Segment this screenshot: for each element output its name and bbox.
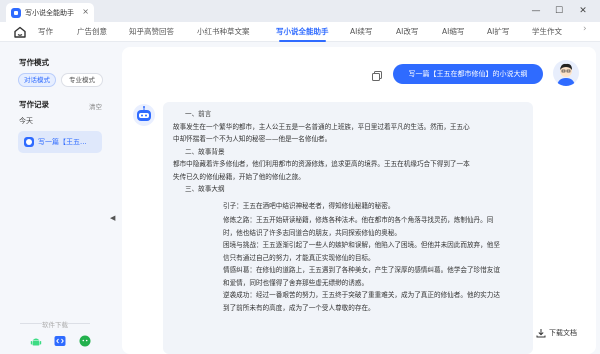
collapse-sidebar-icon[interactable]: ◀: [110, 214, 115, 222]
answer-paragraph-line: 中却怀揣着一个不为人知的秘密——他是一名修仙者。: [173, 135, 332, 143]
maximize-button[interactable]: ☐: [551, 3, 567, 19]
tab-close-icon[interactable]: ×: [82, 7, 89, 16]
answer-section-title: 一、前言: [185, 110, 212, 118]
minimize-button[interactable]: —: [528, 3, 544, 19]
close-button[interactable]: ✕: [575, 3, 591, 19]
download-icon: [536, 329, 546, 338]
user-avatar: [553, 60, 579, 86]
android-icon[interactable]: [30, 335, 42, 347]
outline-item-line: 修炼之路：王五开始研读秘籍，修炼各种法术。他在都市的各个角落寻找灵药，炼制仙丹。…: [223, 216, 494, 224]
nav-item-ai-rewrite[interactable]: AI改写: [396, 22, 418, 42]
chat-record-icon: [24, 137, 34, 147]
outline-item-line: 时，他也结识了许多志同道合的朋友，共同探索修仙的奥秘。: [223, 228, 402, 237]
nav-item-student-essay[interactable]: 学生作文: [532, 22, 562, 42]
writing-mode-title: 写作模式: [19, 58, 49, 67]
copy-icon[interactable]: [371, 70, 383, 82]
outline-item-line: 困境与挑战：王五逐渐引起了一些人的嫉妒和误解，他陷入了困境。但他并未因此而放弃，…: [223, 241, 500, 249]
outline-item-line: 引子：王五在酒吧中结识神秘老者，得知修仙秘籍的秘密。: [223, 201, 395, 210]
record-item-label: 写一篇【王五...: [38, 138, 87, 146]
answer-section-title: 三、故事大纲: [185, 185, 225, 193]
nav-scroll-right-icon[interactable]: ›: [583, 24, 587, 34]
top-nav: 写作 广告创意 知乎高赞回答 小红书种草文案 写小说全能助手 AI续写 AI改写…: [0, 22, 600, 42]
answer-paragraph-line: 失传已久的修仙秘籍，开始了他的修仙之旅。: [173, 172, 305, 181]
download-document-label: 下载文档: [549, 329, 577, 337]
writing-records-title: 写作记录: [19, 100, 49, 109]
nav-item-zhihu-answer[interactable]: 知乎高赞回答: [129, 22, 174, 42]
clear-records-button[interactable]: 清空: [89, 101, 102, 111]
robot-icon: [137, 106, 151, 121]
nav-item-ai-shorten[interactable]: AI缩写: [442, 22, 464, 42]
download-document-button[interactable]: 下载文档: [536, 328, 577, 338]
answer-paragraph-line: 故事发生在一个繁华的都市，主人公王五是一名普通的上班族，平日里过着平凡的生活。然…: [173, 122, 470, 131]
nav-item-ai-continue[interactable]: AI续写: [350, 22, 372, 42]
tab-title: 写小说全能助手: [25, 8, 74, 17]
sidebar: [0, 43, 110, 354]
records-date-group: 今天: [19, 117, 33, 125]
app-logo-icon: [11, 7, 21, 18]
assistant-answer: 一、前言 故事发生在一个繁华的都市，主人公王五是一名普通的上班族，平日里过着平凡…: [163, 102, 533, 354]
home-icon[interactable]: [13, 25, 27, 39]
browser-tab[interactable]: 写小说全能助手 ×: [6, 3, 94, 22]
nav-item-ad-creative[interactable]: 广告创意: [77, 22, 107, 42]
pro-mode-button[interactable]: 专业模式: [61, 73, 103, 87]
nav-item-ai-expand[interactable]: AI扩写: [487, 22, 509, 42]
divider: [68, 323, 90, 324]
software-download-label: 软件下载: [42, 321, 68, 329]
answer-paragraph-line: 都市中隐藏着许多修仙者，他们利用都市的资源修炼，追求更高的境界。王五在机缘巧合下…: [173, 160, 470, 168]
nav-item-novel-assistant[interactable]: 写小说全能助手: [273, 22, 332, 42]
user-avatar-icon: [557, 63, 575, 86]
answer-section-title: 二、故事背景: [185, 147, 225, 156]
record-item[interactable]: 写一篇【王五...: [18, 131, 102, 153]
outline-item-line: 情感纠葛：在修仙的道路上，王五遇到了各种美女，产生了深厚的感情纠葛。他学会了珍惜…: [223, 266, 500, 274]
wechat-icon[interactable]: [79, 335, 91, 347]
outline-item-line: 逆袭成功：经过一番艰苦的努力，王五终于突破了重重难关，成为了真正的修仙者。他的实…: [223, 291, 500, 299]
outline-item-line: 信只有通过自己的努力，才能真正实现修仙的目标。: [223, 253, 375, 262]
nav-item-xiaohongshu-copy[interactable]: 小红书种草文案: [197, 22, 250, 42]
window-titlebar: 写小说全能助手 × — ☐ ✕: [0, 0, 600, 22]
outline-item-line: 到了前所未有的高度，成为了一个受人尊敬的存在。: [223, 303, 375, 312]
assistant-avatar: [133, 104, 155, 126]
outline-item-line: 和爱情，同时也懂得了舍弃那些虚无缥缈的诱惑。: [223, 278, 369, 287]
dialog-mode-button[interactable]: 对话模式: [18, 73, 56, 87]
user-message-bubble: 写一篇【王五在都市修仙】的小说大纲: [393, 64, 543, 84]
code-editor-icon[interactable]: [54, 335, 66, 347]
nav-item-writing[interactable]: 写作: [38, 22, 53, 42]
